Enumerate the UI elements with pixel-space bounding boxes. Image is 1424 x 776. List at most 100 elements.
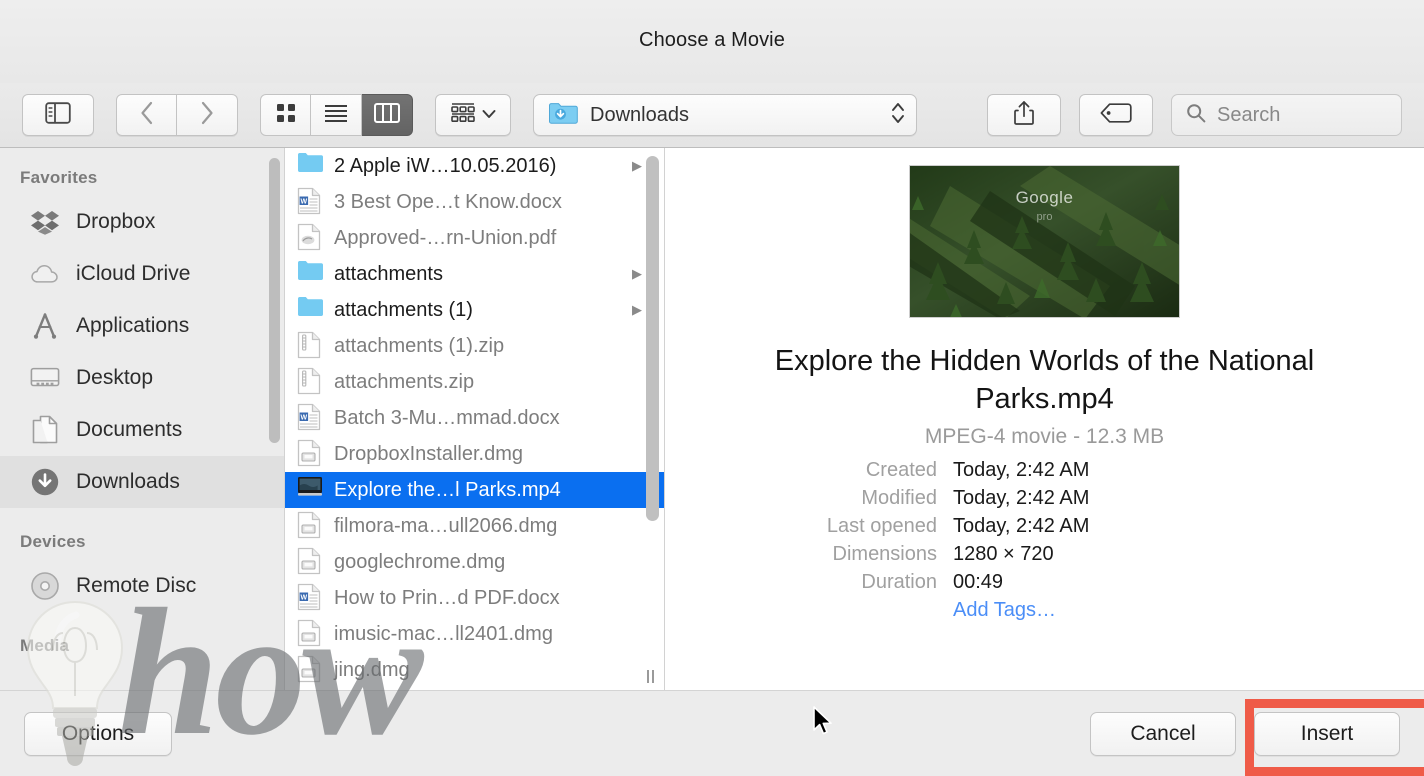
sidebar-icon [45,101,71,129]
attribute-key: Modified [861,486,937,509]
sidebar-item-icloud-drive[interactable]: iCloud Drive [0,248,284,300]
dmg-doc-icon [297,547,323,577]
forward-button[interactable] [177,94,238,136]
file-row-zip[interactable]: attachments (1).zip [285,328,664,364]
sidebar-item-applications[interactable]: Applications [0,300,284,352]
svg-text:W: W [300,594,307,601]
file-row-dmg[interactable]: googlechrome.dmg [285,544,664,580]
dialog-body: Favorites Dropbox iCloud Drive Applicati… [0,148,1424,690]
file-name: attachments (1).zip [334,334,505,357]
file-row-dmg[interactable]: imusic-mac…ll2401.dmg [285,616,664,652]
search-input[interactable]: Search [1171,94,1402,136]
sidebar-item-label: iCloud Drive [76,262,191,285]
columns-icon [374,102,400,128]
attribute-key: Created [865,458,937,481]
share-button[interactable] [987,94,1061,136]
column-view-button[interactable] [362,94,413,136]
grid-icon [276,103,296,128]
file-row-folder[interactable]: attachments (1) ▶ [285,292,664,328]
sidebar-item-label: Dropbox [76,210,156,233]
sidebar-scrollbar[interactable] [269,158,280,443]
sidebar-item-remote-disc[interactable]: Remote Disc [0,560,284,612]
file-row-docx[interactable]: W Batch 3-Mu…mmad.docx [285,400,664,436]
preview-attributes: Created Today, 2:42 AM Modified Today, 2… [665,459,1424,627]
toolbar-right-tools: Search [987,94,1402,136]
file-row-dmg[interactable]: filmora-ma…ull2066.dmg [285,508,664,544]
disc-icon [30,571,60,601]
attribute-key: Last opened [826,514,937,537]
word-doc-icon: W [297,403,323,433]
file-name: filmora-ma…ull2066.dmg [334,514,558,537]
thumbnail-overlay-subtext: pro [1036,211,1053,223]
cancel-button[interactable]: Cancel [1090,711,1236,756]
file-name: 2 Apple iW…10.05.2016) [334,154,557,177]
svg-text:W: W [300,414,307,421]
back-button[interactable] [116,94,177,136]
sidebar-item-downloads[interactable]: Downloads [0,456,284,508]
sidebar-item-desktop[interactable]: Desktop [0,352,284,404]
movie-icon [297,475,323,505]
file-row-docx[interactable]: W 3 Best Ope…t Know.docx [285,184,664,220]
word-doc-icon: W [297,187,323,217]
add-tags-link[interactable]: Add Tags… [953,599,1056,622]
file-row-dmg[interactable]: DropboxInstaller.dmg [285,436,664,472]
svg-text:W: W [300,198,307,205]
sidebar-item-label: Applications [76,314,190,337]
folder-icon [297,151,323,181]
path-popup-label: Downloads [590,103,689,126]
file-row-docx[interactable]: W How to Prin…d PDF.docx [285,580,664,616]
attribute-value: Today, 2:42 AM [953,458,1090,481]
sidebar-toggle-button[interactable] [22,94,94,136]
chevron-left-icon [140,101,154,130]
path-popup-button[interactable]: Downloads [533,94,917,136]
list-icon [324,104,348,127]
dialog-action-buttons: Cancel Insert [1090,711,1400,756]
file-row-zip[interactable]: attachments.zip [285,364,664,400]
file-name: DropboxInstaller.dmg [334,442,523,465]
attribute-key: Dimensions [832,542,937,565]
file-row-selected-movie[interactable]: Explore the…l Parks.mp4 [285,472,664,508]
sidebar-item-dropbox[interactable]: Dropbox [0,196,284,248]
icon-view-button[interactable] [260,94,311,136]
tag-button[interactable] [1079,94,1153,136]
preview-kind-and-size: MPEG-4 movie - 12.3 MB [924,424,1165,448]
add-tags-row[interactable]: Add Tags… [735,599,1424,622]
preview-filename: Explore the Hidden Worlds of the Nationa… [774,345,1315,416]
word-doc-icon: W [297,583,323,613]
file-row-folder[interactable]: 2 Apple iW…10.05.2016) ▶ [285,148,664,184]
mouse-cursor [813,706,832,735]
arrange-icon [450,102,476,129]
attribute-value: 00:49 [953,570,1004,593]
disclosure-chevron-icon: ▶ [632,302,642,317]
dmg-doc-icon [297,439,323,469]
file-name: jing.dmg [334,658,410,681]
insert-button[interactable]: Insert [1254,711,1400,756]
downloads-icon [30,467,60,497]
chevron-down-icon [482,106,496,124]
sidebar-heading-devices: Devices [20,532,86,551]
file-name: attachments (1) [334,298,473,321]
file-list-scrollbar[interactable] [646,156,659,521]
attribute-key [735,599,953,622]
options-button[interactable]: Options [24,711,172,756]
choose-a-movie-dialog: Choose a Movie Downloads Search Favorite… [0,0,1424,776]
dmg-doc-icon [297,655,323,685]
attribute-value: Today, 2:42 AM [953,486,1090,509]
attribute-value: 1280 × 720 [953,542,1054,565]
sidebar-item-documents[interactable]: Documents [0,404,284,456]
view-mode-segmented-control [260,94,413,136]
folder-icon [297,259,323,289]
documents-icon [30,415,60,445]
arrange-by-button[interactable] [435,94,511,136]
dialog-title: Choose a Movie [639,29,785,51]
file-row-dmg[interactable]: jing.dmg [285,652,664,688]
folder-icon [297,295,323,325]
dialog-titlebar: Choose a Movie [0,0,1424,83]
column-resize-handle[interactable] [636,662,664,690]
list-view-button[interactable] [311,94,362,136]
zip-doc-icon [297,331,323,361]
dmg-doc-icon [297,619,323,649]
file-row-pdf[interactable]: Approved-…rn-Union.pdf [285,220,664,256]
file-name: googlechrome.dmg [334,550,506,573]
file-row-folder[interactable]: attachments ▶ [285,256,664,292]
